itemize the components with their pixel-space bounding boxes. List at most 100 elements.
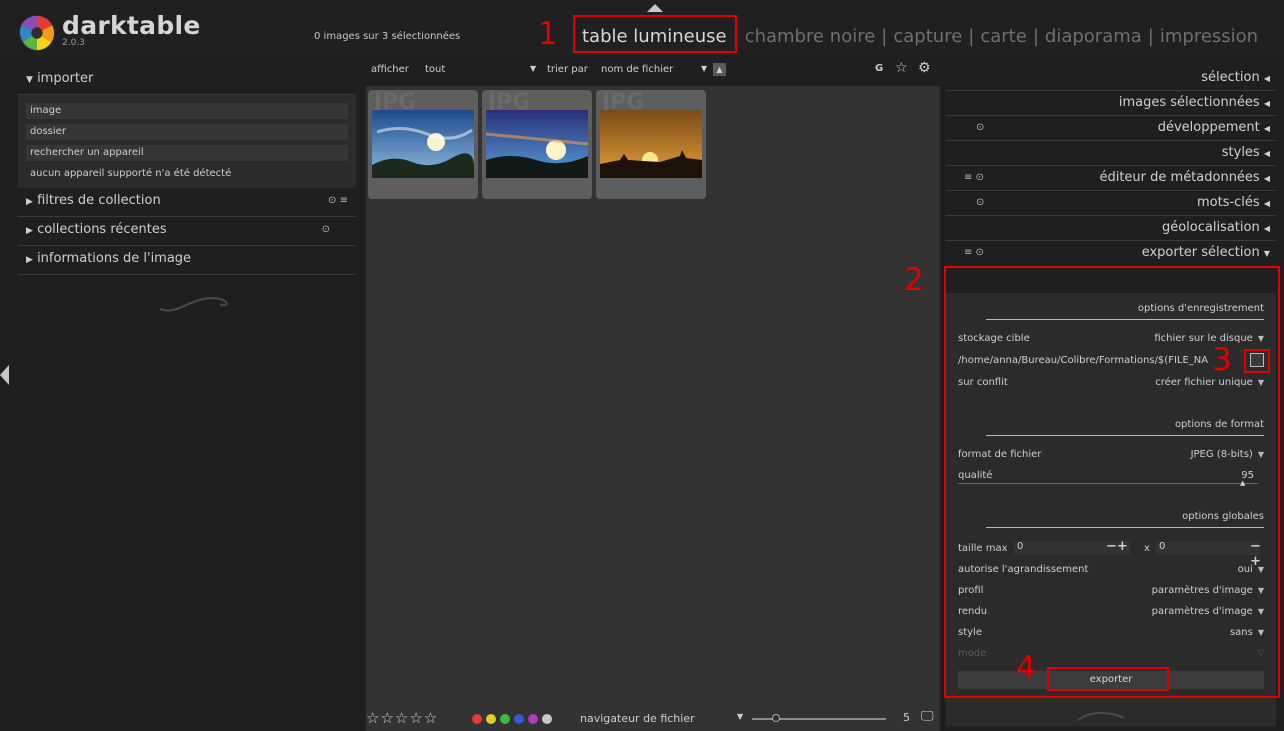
expanded-triangle-icon: ▼ — [26, 75, 33, 85]
importer-label: importer — [37, 71, 94, 86]
section-tagging[interactable]: ⊙ mots-clés ◀ — [946, 191, 1276, 216]
annotation-number-3: 3 — [1212, 342, 1232, 378]
thumbnail-1[interactable]: JPG — [368, 90, 478, 199]
collapse-arrow-icon: ◀ — [1263, 224, 1270, 233]
importer-header[interactable]: ▼ importer — [18, 66, 356, 95]
no-device-note: aucun appareil supporté n'a été détecté — [30, 168, 232, 179]
color-label-red[interactable] — [472, 714, 482, 724]
zoom-value[interactable]: 5 — [903, 711, 910, 724]
recent-collections-header[interactable]: ▶ collections récentes ⊙ — [18, 217, 356, 246]
section-label: sélection — [1201, 70, 1260, 85]
display-icon[interactable]: 🖵 — [921, 709, 934, 724]
app-title: darktable — [62, 11, 201, 40]
grouping-button[interactable]: G — [875, 63, 883, 74]
import-folder-button[interactable]: dossier — [26, 124, 348, 140]
reset-icon[interactable]: ⊙ — [322, 224, 330, 235]
center-view: afficher tout ▼ trier par nom de fichier… — [366, 58, 940, 731]
annotation-box-4 — [1047, 667, 1169, 691]
color-label-green[interactable] — [500, 714, 510, 724]
show-filter-dropdown[interactable]: tout — [425, 64, 445, 75]
scan-device-button[interactable]: rechercher un appareil — [26, 145, 348, 161]
collapse-arrow-icon: ◀ — [1263, 124, 1270, 133]
left-panel-toggle-icon[interactable] — [0, 365, 9, 385]
importer-body: image dossier rechercher un appareil auc… — [18, 95, 356, 188]
color-label-yellow[interactable] — [486, 714, 496, 724]
section-styles[interactable]: styles ◀ — [946, 141, 1276, 166]
section-export-header[interactable]: ≡ ⊙ exporter sélection ▼ — [946, 241, 1276, 266]
collapse-arrow-icon: ◀ — [1263, 149, 1270, 158]
presets-reset-icons[interactable]: ≡ ⊙ — [964, 172, 984, 183]
collapse-arrow-icon: ◀ — [1263, 199, 1270, 208]
reset-icon[interactable]: ⊙ — [976, 122, 984, 133]
gear-icon[interactable]: ⚙ — [918, 60, 931, 76]
collapsed-triangle-icon: ▶ — [26, 255, 33, 265]
collapse-arrow-icon: ◀ — [1263, 74, 1270, 83]
collection-filters-header[interactable]: ▶ filtres de collection ⊙ ≡ — [18, 188, 356, 217]
annotation-box-2 — [944, 266, 1280, 698]
selection-count: 0 images sur 3 sélectionnées — [314, 31, 461, 42]
presets-reset-icons[interactable]: ≡ ⊙ — [964, 247, 984, 258]
section-history[interactable]: ⊙ développement ◀ — [946, 116, 1276, 141]
image-information-label: informations de l'image — [37, 251, 192, 266]
view-tab-print[interactable]: impression — [1160, 26, 1258, 47]
show-label: afficher — [371, 64, 409, 75]
sort-order-icon[interactable]: ▲ — [713, 63, 726, 76]
thumbnail-3[interactable]: JPG — [596, 90, 706, 199]
annotation-number-2: 2 — [904, 262, 924, 298]
collapse-arrow-icon: ◀ — [1263, 174, 1270, 183]
section-label: géolocalisation — [1161, 220, 1260, 235]
annotation-number-1: 1 — [538, 16, 558, 52]
section-label: exporter sélection — [1141, 245, 1260, 260]
recent-collections-label: collections récentes — [37, 222, 167, 237]
section-label: éditeur de métadonnées — [1099, 170, 1260, 185]
left-panel: ▼ importer image dossier rechercher un a… — [18, 66, 356, 720]
image-information-header[interactable]: ▶ informations de l'image — [18, 246, 356, 275]
section-selected-images[interactable]: images sélectionnées ◀ — [946, 91, 1276, 116]
dropdown-arrow-icon: ▼ — [701, 64, 708, 73]
zoom-slider-handle[interactable] — [772, 714, 780, 722]
collapsed-triangle-icon: ▶ — [26, 197, 33, 207]
lighttable-grid: JPG JPG JPG — [366, 86, 940, 731]
lighttable-toolbar: afficher tout ▼ trier par nom de fichier… — [366, 58, 940, 86]
photo-preview — [486, 110, 588, 178]
reset-icon[interactable]: ⊙ — [976, 197, 984, 208]
thumbnail-2[interactable]: JPG — [482, 90, 592, 199]
section-selection[interactable]: sélection ◀ — [946, 66, 1276, 91]
section-label: développement — [1157, 120, 1260, 135]
view-tab-slideshow[interactable]: diaporama — [1045, 26, 1142, 47]
collection-filters-label: filtres de collection — [37, 193, 161, 208]
navigator-dropdown[interactable]: navigateur de fichier — [580, 712, 695, 725]
rating-stars[interactable]: ☆☆☆☆☆ — [366, 709, 438, 727]
expanded-arrow-icon: ▼ — [1263, 249, 1270, 258]
section-label: styles — [1221, 145, 1260, 160]
view-tab-darkroom[interactable]: chambre noire — [745, 26, 876, 47]
section-label: images sélectionnées — [1118, 95, 1260, 110]
color-label-clear[interactable] — [542, 714, 552, 724]
photo-preview — [600, 110, 702, 178]
collapsed-triangle-icon: ▶ — [26, 226, 33, 236]
app-version: 2.0.3 — [62, 38, 85, 48]
section-geotagging[interactable]: géolocalisation ◀ — [946, 216, 1276, 241]
sort-dropdown[interactable]: nom de fichier — [601, 64, 673, 75]
panel-end-swirl-icon — [159, 297, 228, 312]
dropdown-arrow-icon: ▼ — [737, 712, 744, 721]
annotation-box-1 — [573, 15, 737, 53]
bottom-toolbar: ☆☆☆☆☆ navigateur de fichier ▼ 5 🖵 — [366, 708, 940, 731]
view-tab-capture[interactable]: capture — [893, 26, 962, 47]
section-label: mots-clés — [1196, 195, 1260, 210]
import-image-button[interactable]: image — [26, 103, 348, 119]
collapse-arrow-icon: ◀ — [1263, 99, 1270, 108]
darktable-logo-icon — [18, 14, 56, 52]
photo-preview — [372, 110, 474, 178]
color-label-blue[interactable] — [514, 714, 524, 724]
dropdown-arrow-icon: ▼ — [530, 64, 537, 73]
view-tab-map[interactable]: carte — [980, 26, 1026, 47]
sort-label: trier par — [547, 64, 588, 75]
reset-presets-icons[interactable]: ⊙ ≡ — [328, 195, 348, 206]
section-metadata-editor[interactable]: ≡ ⊙ éditeur de métadonnées ◀ — [946, 166, 1276, 191]
annotation-number-4: 4 — [1016, 650, 1036, 686]
star-overlay-icon[interactable]: ☆ — [895, 60, 908, 76]
panel-end-swirl-icon — [1077, 712, 1125, 721]
top-panel-toggle-icon[interactable] — [647, 4, 663, 12]
color-label-purple[interactable] — [528, 714, 538, 724]
